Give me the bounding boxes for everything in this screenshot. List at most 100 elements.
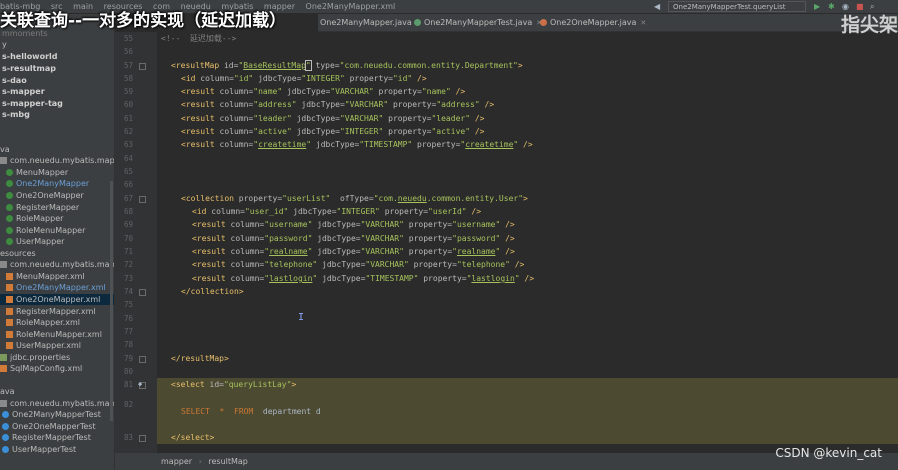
xml-file-icon (6, 319, 13, 326)
code-line-67[interactable]: <collection property="userList" ofType="… (181, 192, 528, 205)
value-token: "com.neuedu.common.entity.Department" (339, 61, 518, 70)
tree-item-mbg[interactable]: s-mbg (2, 109, 30, 120)
breadcrumb-resultmap[interactable]: resultMap (208, 457, 248, 466)
line-number: 63 (123, 140, 133, 149)
line-number: 77 (123, 327, 133, 336)
attr-token: jdbcType= (291, 127, 340, 136)
attr-token: property= (412, 140, 461, 149)
code-line-60[interactable]: <result column="address" jdbcType="VARCH… (181, 98, 494, 111)
tree-item-one2manymappertest[interactable]: One2ManyMapperTest (2, 409, 101, 420)
tree-item-menumapper[interactable]: MenuMapper (6, 167, 68, 178)
tree-item-y[interactable]: y (2, 39, 7, 50)
close-icon[interactable]: ✕ (640, 19, 646, 27)
mybatis-navigation-icon[interactable]: ◆ (138, 380, 142, 388)
tree-item-jdbc-properties[interactable]: jdbc.properties (0, 352, 70, 363)
fold-marker[interactable] (139, 63, 146, 70)
attr-token: property= (388, 100, 437, 109)
attr-token: column= (219, 114, 254, 123)
sidebar-scrollbar[interactable] (110, 181, 113, 421)
tree-item-usermappertest[interactable]: UserMapperTest (2, 444, 76, 455)
tag-token: /> (479, 100, 495, 109)
code-line-68[interactable]: <id column="user_id" jdbcType="INTEGER" … (192, 205, 481, 218)
attr-token: property= (403, 247, 453, 256)
tree-item-resultmap[interactable]: s-resultmap (2, 63, 56, 74)
tree-item-sqlmapconfig[interactable]: SqlMapConfig.xml (0, 363, 82, 374)
tree-item-java[interactable]: va (0, 144, 10, 155)
tree-item-registermappertest[interactable]: RegisterMapperTest (2, 432, 91, 443)
tree-item-one2manymapper[interactable]: One2ManyMapper (6, 178, 89, 189)
tree-item-mapper[interactable]: s-mapper (2, 86, 45, 97)
value-token: "name" (253, 87, 283, 96)
tree-item-one2onemapper[interactable]: One2OneMapper (6, 190, 84, 201)
code-line-72[interactable]: <result column="telephone" jdbcType="VAR… (192, 258, 524, 271)
tree-item-registermapper[interactable]: RegisterMapper (6, 202, 79, 213)
code-line-58[interactable]: <id column="id" jdbcType="INTEGER" prope… (181, 72, 427, 85)
code-line-63[interactable]: <result column="createtime" jdbcType="TI… (181, 138, 533, 151)
xml-file-icon (6, 273, 13, 280)
code-line-70[interactable]: <result column="password" jdbcType="VARC… (192, 232, 515, 245)
test-class-icon (2, 434, 9, 441)
run-configuration-select[interactable]: One2ManyMapperTest.queryList (668, 1, 806, 12)
tree-item-one2manymapper-xml[interactable]: One2ManyMapper.xml (6, 282, 106, 293)
tab-one2many-mapper-test-java[interactable]: One2ManyMapperTest.java✕ (414, 14, 542, 31)
fold-marker[interactable] (139, 196, 146, 203)
value-token: "password" (264, 234, 313, 243)
code-line-82[interactable]: </select> (171, 431, 214, 444)
debug-icon[interactable]: ✱ (828, 2, 835, 11)
line-number: 56 (123, 47, 133, 56)
code-line-62[interactable]: <result column="active" jdbcType="INTEGE… (181, 125, 484, 138)
code-line-61[interactable]: <result column="leader" jdbcType="VARCHA… (181, 112, 484, 125)
back-arrow-icon[interactable]: ◀ (654, 2, 660, 11)
tree-item-usermapper[interactable]: UserMapper (6, 236, 64, 247)
tree-item-helloworld[interactable]: s-helloworld (2, 51, 57, 62)
fold-marker[interactable] (139, 356, 146, 363)
tag-token: /> (518, 140, 533, 149)
crumb-file[interactable]: One2ManyMapper.xml (306, 2, 396, 11)
run-icon[interactable]: ▶ (814, 2, 820, 11)
tree-item-one2onemapper-xml[interactable]: One2OneMapper.xml (0, 294, 114, 305)
code-line-73[interactable]: <result column="lastlogin" jdbcType="TIM… (192, 272, 534, 285)
tree-item-one2onemappertest[interactable]: One2OneMapperTest (2, 421, 96, 432)
code-line-57[interactable]: <resultMap id="BaseResultMap" type="com.… (171, 59, 523, 72)
tag-token: <result (192, 234, 231, 243)
code-line-59[interactable]: <result column="name" jdbcType="VARCHAR"… (181, 85, 465, 98)
tree-item-usermapper-xml[interactable]: UserMapper.xml (6, 340, 81, 351)
tree-item-dao[interactable]: s-dao (2, 75, 27, 86)
fold-marker[interactable] (139, 435, 146, 442)
tag-token: <resultMap (171, 61, 224, 70)
tree-item-menumapper-xml[interactable]: MenuMapper.xml (6, 271, 85, 282)
code-line-71[interactable]: <result column="realname" jdbcType="VARC… (192, 245, 515, 258)
tree-item-test-package[interactable]: com.neuedu.mybatis.mapper (0, 398, 114, 409)
tag-token: <select (171, 380, 210, 389)
line-number: 68 (123, 207, 133, 216)
fold-marker[interactable] (139, 289, 146, 296)
tree-item-rolemenumapper-xml[interactable]: RoleMenuMapper.xml (6, 329, 102, 340)
tab-one2one-mapper-java[interactable]: One2OneMapper.java ✕ (540, 14, 646, 31)
code-line-74[interactable]: </collection> (181, 285, 244, 298)
tree-item-rolemenumapper[interactable]: RoleMenuMapper (6, 225, 85, 236)
tree-item-resources-package[interactable]: com.neuedu.mybatis.mapper (0, 259, 114, 270)
tree-item-registermapper-xml[interactable]: RegisterMapper.xml (6, 306, 96, 317)
tree-item-label: RegisterMapperTest (12, 433, 91, 442)
attr-token: property= (403, 234, 453, 243)
code-line-81[interactable]: SELECT * FROM department d (181, 405, 321, 418)
code-line-78[interactable]: </resultMap> (171, 352, 229, 365)
tree-item-rolemapper-xml[interactable]: RoleMapper.xml (6, 317, 80, 328)
attr-token: id= (223, 61, 239, 70)
attr-token: property= (238, 194, 283, 203)
tree-item-test-java[interactable]: ava (0, 386, 15, 397)
tree-item-package[interactable]: com.neuedu.mybatis.mapper (0, 155, 114, 166)
code-line-80[interactable]: <select id="queryListLay"> (171, 378, 296, 391)
tree-item-mapper-tag[interactable]: s-mapper-tag (2, 98, 63, 109)
tab-one2many-mapper-java[interactable]: One2ManyMapper.java✕ (320, 14, 422, 31)
breadcrumb-mapper[interactable]: mapper (161, 457, 192, 466)
tree-item-resources[interactable]: esources (0, 248, 36, 259)
xml-file-icon (6, 331, 13, 338)
code-line-55[interactable]: <!-- 延迟加载--> (161, 32, 236, 45)
csdn-credit-watermark: CSDN @kevin_cat (775, 446, 882, 460)
interface-icon (6, 192, 13, 199)
code-line-69[interactable]: <result column="username" jdbcType="VARC… (192, 218, 515, 231)
test-class-icon (2, 423, 9, 430)
xml-file-icon (0, 365, 7, 372)
tree-item-rolemapper[interactable]: RoleMapper (6, 213, 63, 224)
